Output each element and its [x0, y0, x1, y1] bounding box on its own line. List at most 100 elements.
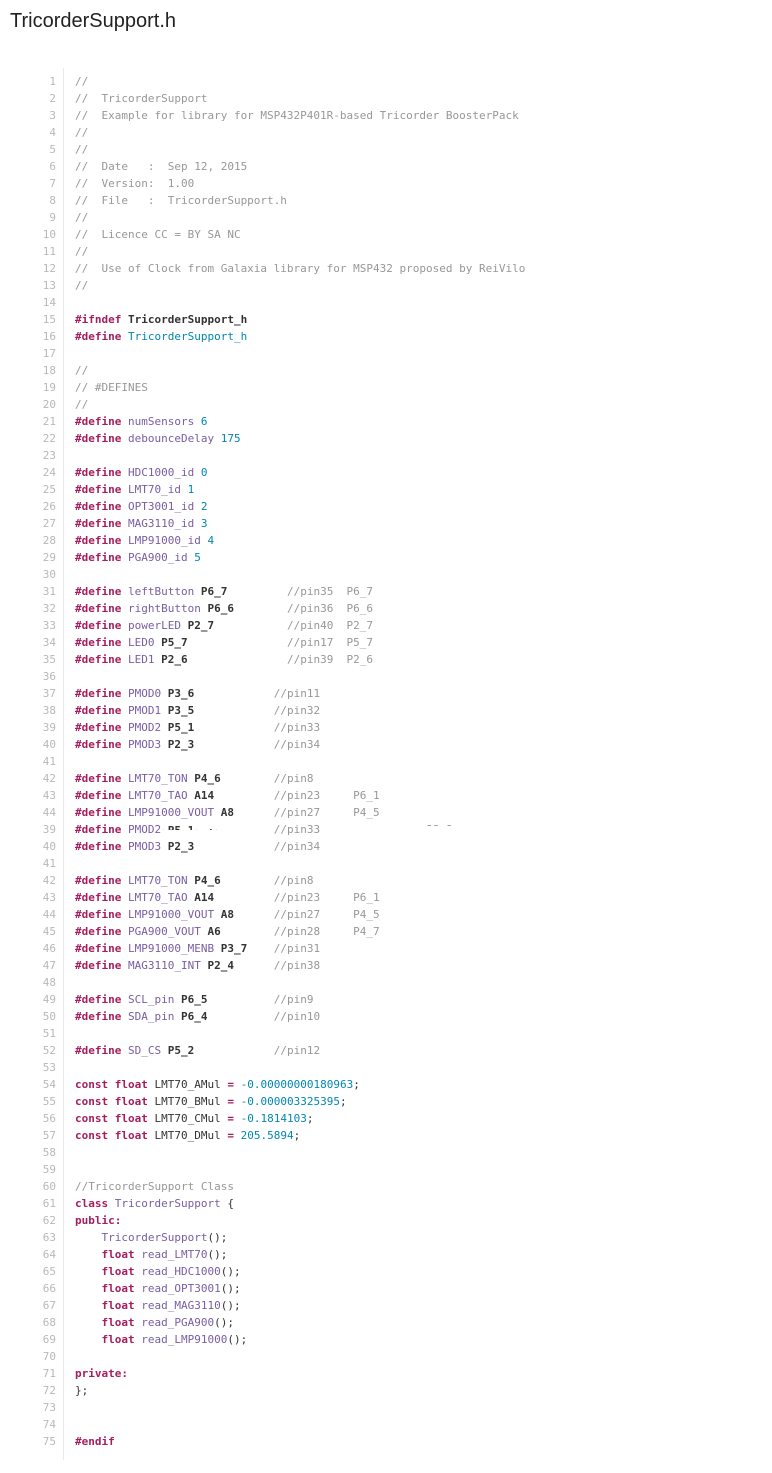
code-token: [121, 772, 128, 785]
code-token: 0: [201, 466, 208, 479]
code-line: 48: [0, 974, 772, 991]
line-number: 41: [0, 753, 56, 770]
code-token: [121, 534, 128, 547]
code-text: #define LMT70_TAO A14 //pin23 P6_1: [56, 787, 772, 804]
line-number: 18: [0, 362, 56, 379]
code-line: 16#define TricorderSupport_h: [0, 328, 772, 345]
line-number: 75: [0, 1433, 56, 1450]
code-token: LMT70_AMul: [148, 1078, 227, 1091]
code-token: #define: [75, 687, 121, 700]
code-text: [56, 1416, 772, 1433]
code-line: 42#define LMT70_TON P4_6 //pin8: [0, 770, 772, 787]
code-text: [56, 1348, 772, 1365]
code-token: [121, 806, 128, 819]
code-token: //: [75, 398, 88, 411]
line-number: 54: [0, 1076, 56, 1093]
code-text: //: [56, 124, 772, 141]
code-token: 2: [201, 500, 208, 513]
code-line: 62public:: [0, 1212, 772, 1229]
code-token: float: [102, 1299, 135, 1312]
code-line: 39#define PMOD2~P5_1~ ·~ //pin33 ¯¯ ¯: [0, 821, 772, 838]
code-line: 22#define debounceDelay 175: [0, 430, 772, 447]
code-token: [161, 840, 168, 853]
code-text: #define powerLED P2_7 //pin40 P2_7: [56, 617, 772, 634]
code-token: [234, 806, 274, 819]
code-line: 15#ifndef TricorderSupport_h: [0, 311, 772, 328]
code-token: [121, 466, 128, 479]
code-token: ();: [207, 1248, 227, 1261]
code-line: 68 float read_PGA900();: [0, 1314, 772, 1331]
code-token: [194, 721, 273, 734]
code-text: //: [56, 209, 772, 226]
code-token: [121, 1010, 128, 1023]
code-text: };: [56, 1382, 772, 1399]
code-token: P2_7: [188, 619, 215, 632]
code-line: 31#define leftButton P6_7 //pin35 P6_7: [0, 583, 772, 600]
code-text: #endif: [56, 1433, 772, 1450]
code-token: #define: [75, 602, 121, 615]
line-number: 33: [0, 617, 56, 634]
code-line: 34#define LED0 P5_7 //pin17 P5_7: [0, 634, 772, 651]
code-token: //pin23 P6_1: [274, 891, 380, 904]
code-token: [214, 432, 221, 445]
line-number: 5: [0, 141, 56, 158]
code-token: [234, 1129, 241, 1142]
code-token: LED1: [128, 653, 155, 666]
line-number: 58: [0, 1144, 56, 1161]
code-text: //TricorderSupport Class: [56, 1178, 772, 1195]
code-token: class: [75, 1197, 108, 1210]
code-token: PMOD2: [128, 823, 161, 836]
code-token: //: [75, 211, 88, 224]
line-number: 19: [0, 379, 56, 396]
line-number: 42: [0, 770, 56, 787]
code-token: LMT70_TAO: [128, 891, 188, 904]
code-line: 70: [0, 1348, 772, 1365]
code-token: #define: [75, 942, 121, 955]
code-token: //pin36 P6_6: [287, 602, 373, 615]
code-text: [56, 974, 772, 991]
code-token: #ifndef: [75, 313, 121, 326]
code-token: [161, 1044, 168, 1057]
line-number: 66: [0, 1280, 56, 1297]
code-line: 50#define SDA_pin P6_4 //pin10: [0, 1008, 772, 1025]
code-token: float: [115, 1129, 148, 1142]
code-token: //: [75, 75, 88, 88]
code-token: [121, 432, 128, 445]
code-token: ;: [294, 1129, 301, 1142]
code-token: //TricorderSupport Class: [75, 1180, 234, 1193]
code-line: 72};: [0, 1382, 772, 1399]
code-token: TricorderSupport_h: [128, 330, 247, 343]
code-line: 40#define PMOD3 P2_3 //pin34: [0, 838, 772, 855]
code-token: #define: [75, 721, 121, 734]
code-line: 58: [0, 1144, 772, 1161]
code-text: //: [56, 141, 772, 158]
code-token: ¯¯ ¯: [426, 823, 453, 836]
code-token: //pin27 P4_5: [274, 806, 380, 819]
code-token: public:: [75, 1214, 121, 1227]
code-line: 49#define SCL_pin P6_5 //pin9: [0, 991, 772, 1008]
code-token: #define: [75, 517, 121, 530]
code-line: 39#define PMOD2 P5_1 //pin33: [0, 719, 772, 736]
code-token: TricorderSupport_h: [128, 313, 247, 326]
code-token: A8: [221, 806, 234, 819]
code-token: #define: [75, 993, 121, 1006]
code-token: P2_4: [207, 959, 234, 972]
line-number: 71: [0, 1365, 56, 1382]
code-token: ();: [221, 1282, 241, 1295]
code-token: rightButton: [128, 602, 201, 615]
code-text: // Licence CC = BY SA NC: [56, 226, 772, 243]
line-number: 12: [0, 260, 56, 277]
code-token: [320, 823, 426, 836]
code-line: 8// File : TricorderSupport.h: [0, 192, 772, 209]
code-token: [75, 1248, 102, 1261]
code-token: [221, 772, 274, 785]
code-token: #define: [75, 789, 121, 802]
code-token: LMT70_TON: [128, 772, 188, 785]
code-token: SD_CS: [128, 1044, 161, 1057]
code-token: [227, 585, 287, 598]
code-token: [121, 891, 128, 904]
code-token: LED0: [128, 636, 155, 649]
code-token: [221, 925, 274, 938]
code-text: //: [56, 362, 772, 379]
code-token: LMT70_TAO: [128, 789, 188, 802]
